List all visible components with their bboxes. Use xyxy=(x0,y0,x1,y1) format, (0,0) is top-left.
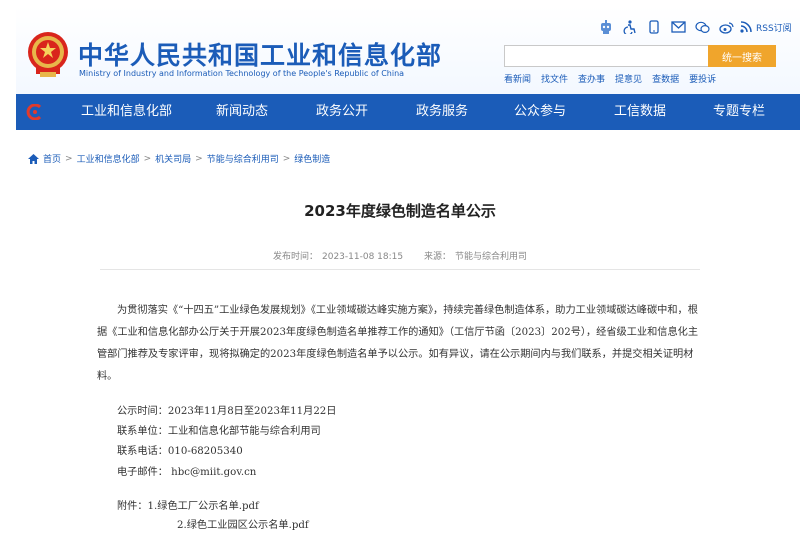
breadcrumb-separator: > xyxy=(65,153,73,164)
contact-phone: 联系电话：010-68205340 xyxy=(117,446,243,457)
article-meta: 发布时间： 2023-11-08 18:15 来源： 节能与综合利用司 xyxy=(0,249,800,262)
wechat-icon[interactable] xyxy=(690,18,714,36)
source-label: 来源： xyxy=(423,252,451,262)
breadcrumb-energy-dept[interactable]: 节能与综合利用司 xyxy=(207,152,279,165)
breadcrumb-separator: > xyxy=(195,153,203,164)
quick-links: 看新闻 找文件 查办事 提意见 查数据 要投诉 xyxy=(504,72,716,85)
rss-subscribe-link[interactable]: RSS订阅 xyxy=(756,21,792,34)
publicity-period: 公示时间：2023年11月8日至2023年11月22日 xyxy=(117,406,337,417)
contact-unit: 联系单位：工业和信息化部节能与综合利用司 xyxy=(117,426,321,437)
contact-email: 电子邮件： hbc@miit.gov.cn xyxy=(117,467,257,478)
quick-link-feedback[interactable]: 提意见 xyxy=(615,72,642,85)
accessibility-icon[interactable] xyxy=(618,18,642,36)
article-paragraph: 为贯彻落实《“十四五”工业绿色发展规划》《工业领域碳达峰实施方案》，持续完善绿色… xyxy=(97,305,699,382)
breadcrumb-miit[interactable]: 工业和信息化部 xyxy=(77,152,140,165)
main-nav: 工业和信息化部 新闻动态 政务公开 政务服务 公众参与 工信数据 专题专栏 xyxy=(16,94,800,130)
quick-link-complaint[interactable]: 要投诉 xyxy=(689,72,716,85)
rss-icon[interactable] xyxy=(738,18,754,36)
attachment-green-factories[interactable]: 附件：1.绿色工厂公示名单.pdf xyxy=(117,497,259,512)
quick-link-news[interactable]: 看新闻 xyxy=(504,72,531,85)
title-divider xyxy=(100,269,700,270)
publish-time: 2023-11-08 18:15 xyxy=(322,252,404,262)
nav-item-topics[interactable]: 专题专栏 xyxy=(713,94,765,130)
site-header: 中华人民共和国工业和信息化部 Ministry of Industry and … xyxy=(16,6,800,130)
nav-item-data[interactable]: 工信数据 xyxy=(614,94,666,130)
national-emblem-icon xyxy=(28,32,68,77)
breadcrumb: 首页 > 工业和信息化部 > 机关司局 > 节能与综合利用司 > 绿色制造 xyxy=(28,152,330,165)
miit-logo-icon[interactable] xyxy=(26,104,44,120)
mail-icon[interactable] xyxy=(666,18,690,36)
search-button[interactable]: 统一搜索 xyxy=(708,45,776,67)
robot-assistant-icon[interactable] xyxy=(594,18,618,36)
breadcrumb-separator: > xyxy=(143,153,152,164)
quick-link-data[interactable]: 查数据 xyxy=(652,72,679,85)
breadcrumb-departments[interactable]: 机关司局 xyxy=(155,152,191,165)
site-title-english: Ministry of Industry and Information Tec… xyxy=(79,69,405,78)
publish-time-label: 发布时间： xyxy=(272,252,318,262)
header-banner: 中华人民共和国工业和信息化部 Ministry of Industry and … xyxy=(16,6,800,94)
attachment-green-parks[interactable]: 2.绿色工业园区公示名单.pdf xyxy=(177,516,309,531)
home-icon xyxy=(28,153,39,164)
nav-item-services[interactable]: 政务服务 xyxy=(416,94,468,130)
nav-item-participation[interactable]: 公众参与 xyxy=(514,94,566,130)
site-title[interactable]: 中华人民共和国工业和信息化部 xyxy=(78,36,442,72)
toolbar-icons: RSS订阅 xyxy=(594,18,792,36)
quick-link-files[interactable]: 找文件 xyxy=(541,72,568,85)
quick-link-services[interactable]: 查办事 xyxy=(578,72,605,85)
weibo-icon[interactable] xyxy=(714,18,738,36)
breadcrumb-separator: > xyxy=(282,153,291,164)
source: 节能与综合利用司 xyxy=(455,252,528,262)
nav-item-news[interactable]: 新闻动态 xyxy=(216,94,268,130)
mobile-icon[interactable] xyxy=(642,18,666,36)
article-title: 2023年度绿色制造名单公示 xyxy=(304,202,496,220)
nav-item-miit[interactable]: 工业和信息化部 xyxy=(81,94,172,130)
nav-item-public-affairs[interactable]: 政务公开 xyxy=(316,94,368,130)
search-input[interactable] xyxy=(504,45,709,67)
breadcrumb-green-manufacturing[interactable]: 绿色制造 xyxy=(294,152,330,165)
breadcrumb-home[interactable]: 首页 xyxy=(43,152,61,165)
